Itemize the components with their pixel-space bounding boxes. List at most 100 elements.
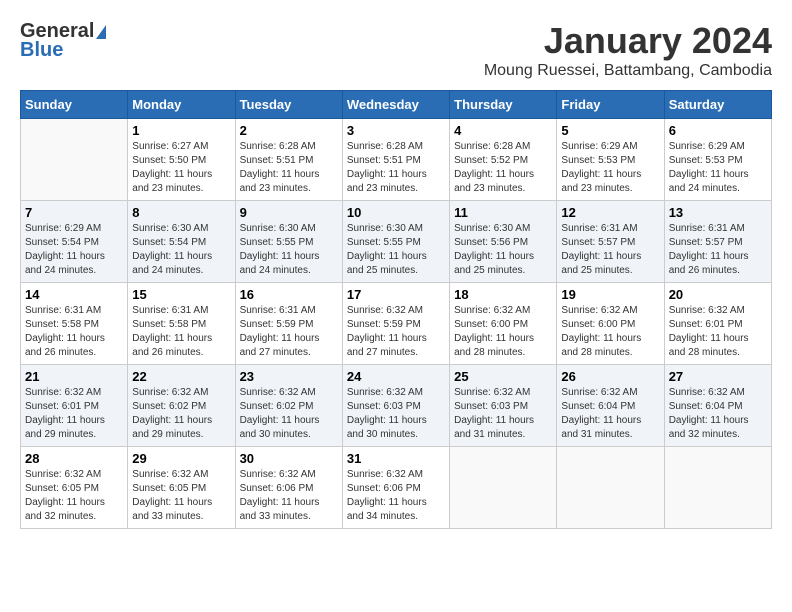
calendar-week: 1 Sunrise: 6:27 AM Sunset: 5:50 PM Daylig…: [21, 119, 772, 201]
calendar-cell: 17 Sunrise: 6:32 AM Sunset: 5:59 PM Dayli…: [342, 283, 449, 365]
calendar-cell: 3Sunrise: 6:28 AM Sunset: 5:51 PM Daylig…: [342, 119, 449, 201]
calendar-cell: [450, 447, 557, 529]
day-number: 20: [669, 287, 767, 302]
day-info: Sunrise: 6:31 AM Sunset: 5:59 PM Dayligh…: [240, 304, 338, 360]
day-number: 24: [347, 369, 445, 384]
calendar-cell: 9Sunrise: 6:30 AM Sunset: 5:55 PM Daylig…: [235, 201, 342, 283]
day-number: 4: [454, 123, 552, 138]
day-info: Sunrise: 6:29 AM Sunset: 5:53 PM Dayligh…: [561, 140, 659, 196]
calendar-cell: 1 Sunrise: 6:27 AM Sunset: 5:50 PM Daylig…: [128, 119, 235, 201]
day-info: Sunrise: 6:28 AM Sunset: 5:52 PM Dayligh…: [454, 140, 552, 196]
logo: General Blue: [20, 20, 106, 62]
month-title: January 2024: [484, 20, 772, 62]
day-number: 11: [454, 205, 552, 220]
header-cell: Friday: [557, 91, 664, 119]
day-info: Sunrise: 6:32 AM Sunset: 6:02 PM Dayligh…: [240, 386, 338, 442]
day-number: 17: [347, 287, 445, 302]
calendar-cell: 10 Sunrise: 6:30 AM Sunset: 5:55 PM Dayli…: [342, 201, 449, 283]
calendar-header: SundayMondayTuesdayWednesdayThursdayFrid…: [21, 91, 772, 119]
calendar-table: SundayMondayTuesdayWednesdayThursdayFrid…: [20, 90, 772, 529]
day-info: Sunrise: 6:30 AM Sunset: 5:55 PM Dayligh…: [240, 222, 338, 278]
day-number: 14: [25, 287, 123, 302]
day-number: 10: [347, 205, 445, 220]
day-info: Sunrise: 6:29 AM Sunset: 5:53 PM Dayligh…: [669, 140, 767, 196]
calendar-cell: 14 Sunrise: 6:31 AM Sunset: 5:58 PM Dayli…: [21, 283, 128, 365]
day-number: 13: [669, 205, 767, 220]
day-info: Sunrise: 6:32 AM Sunset: 6:00 PM Dayligh…: [561, 304, 659, 360]
calendar-cell: 23 Sunrise: 6:32 AM Sunset: 6:02 PM Dayli…: [235, 365, 342, 447]
day-info: Sunrise: 6:32 AM Sunset: 6:03 PM Dayligh…: [347, 386, 445, 442]
day-info: Sunrise: 6:31 AM Sunset: 5:58 PM Dayligh…: [25, 304, 123, 360]
day-number: 16: [240, 287, 338, 302]
header-cell: Sunday: [21, 91, 128, 119]
calendar-cell: 15 Sunrise: 6:31 AM Sunset: 5:58 PM Dayli…: [128, 283, 235, 365]
day-info: Sunrise: 6:31 AM Sunset: 5:57 PM Dayligh…: [561, 222, 659, 278]
day-info: Sunrise: 6:32 AM Sunset: 6:06 PM Dayligh…: [240, 468, 338, 524]
day-number: 12: [561, 205, 659, 220]
day-info: Sunrise: 6:32 AM Sunset: 6:02 PM Dayligh…: [132, 386, 230, 442]
calendar-cell: [557, 447, 664, 529]
day-number: 8: [132, 205, 230, 220]
day-number: 5: [561, 123, 659, 138]
calendar-cell: 13 Sunrise: 6:31 AM Sunset: 5:57 PM Dayli…: [664, 201, 771, 283]
day-number: 28: [25, 451, 123, 466]
day-info: Sunrise: 6:32 AM Sunset: 6:03 PM Dayligh…: [454, 386, 552, 442]
day-info: Sunrise: 6:32 AM Sunset: 6:05 PM Dayligh…: [132, 468, 230, 524]
calendar-week: 7 Sunrise: 6:29 AM Sunset: 5:54 PM Daylig…: [21, 201, 772, 283]
logo-arrow: [96, 25, 106, 39]
day-number: 27: [669, 369, 767, 384]
location: Moung Ruessei, Battambang, Cambodia: [484, 62, 772, 80]
calendar-cell: 5 Sunrise: 6:29 AM Sunset: 5:53 PM Daylig…: [557, 119, 664, 201]
day-number: 1: [132, 123, 230, 138]
header-cell: Wednesday: [342, 91, 449, 119]
calendar-cell: [21, 119, 128, 201]
calendar-cell: 22Sunrise: 6:32 AM Sunset: 6:02 PM Dayli…: [128, 365, 235, 447]
day-info: Sunrise: 6:31 AM Sunset: 5:57 PM Dayligh…: [669, 222, 767, 278]
day-number: 2: [240, 123, 338, 138]
calendar-cell: 31 Sunrise: 6:32 AM Sunset: 6:06 PM Dayli…: [342, 447, 449, 529]
day-info: Sunrise: 6:29 AM Sunset: 5:54 PM Dayligh…: [25, 222, 123, 278]
day-number: 31: [347, 451, 445, 466]
calendar-cell: 26Sunrise: 6:32 AM Sunset: 6:04 PM Dayli…: [557, 365, 664, 447]
day-number: 19: [561, 287, 659, 302]
calendar-cell: 21Sunrise: 6:32 AM Sunset: 6:01 PM Dayli…: [21, 365, 128, 447]
day-info: Sunrise: 6:32 AM Sunset: 6:04 PM Dayligh…: [669, 386, 767, 442]
logo-blue: Blue: [20, 39, 63, 62]
calendar-cell: 25 Sunrise: 6:32 AM Sunset: 6:03 PM Dayli…: [450, 365, 557, 447]
day-info: Sunrise: 6:32 AM Sunset: 5:59 PM Dayligh…: [347, 304, 445, 360]
day-info: Sunrise: 6:28 AM Sunset: 5:51 PM Dayligh…: [347, 140, 445, 196]
calendar-cell: 27 Sunrise: 6:32 AM Sunset: 6:04 PM Dayli…: [664, 365, 771, 447]
title-area: January 2024 Moung Ruessei, Battambang, …: [484, 20, 772, 80]
day-info: Sunrise: 6:30 AM Sunset: 5:56 PM Dayligh…: [454, 222, 552, 278]
calendar-cell: 29Sunrise: 6:32 AM Sunset: 6:05 PM Dayli…: [128, 447, 235, 529]
calendar-week: 14 Sunrise: 6:31 AM Sunset: 5:58 PM Dayli…: [21, 283, 772, 365]
header-cell: Tuesday: [235, 91, 342, 119]
day-number: 6: [669, 123, 767, 138]
day-info: Sunrise: 6:32 AM Sunset: 6:00 PM Dayligh…: [454, 304, 552, 360]
calendar-cell: 28Sunrise: 6:32 AM Sunset: 6:05 PM Dayli…: [21, 447, 128, 529]
day-info: Sunrise: 6:30 AM Sunset: 5:55 PM Dayligh…: [347, 222, 445, 278]
header-cell: Thursday: [450, 91, 557, 119]
day-number: 15: [132, 287, 230, 302]
day-number: 23: [240, 369, 338, 384]
header-row: SundayMondayTuesdayWednesdayThursdayFrid…: [21, 91, 772, 119]
calendar-cell: 6 Sunrise: 6:29 AM Sunset: 5:53 PM Daylig…: [664, 119, 771, 201]
day-info: Sunrise: 6:28 AM Sunset: 5:51 PM Dayligh…: [240, 140, 338, 196]
page-header: General Blue January 2024 Moung Ruessei,…: [20, 20, 772, 80]
day-info: Sunrise: 6:27 AM Sunset: 5:50 PM Dayligh…: [132, 140, 230, 196]
day-number: 21: [25, 369, 123, 384]
day-info: Sunrise: 6:31 AM Sunset: 5:58 PM Dayligh…: [132, 304, 230, 360]
calendar-cell: 11 Sunrise: 6:30 AM Sunset: 5:56 PM Dayli…: [450, 201, 557, 283]
calendar-cell: 18Sunrise: 6:32 AM Sunset: 6:00 PM Dayli…: [450, 283, 557, 365]
calendar-cell: 8Sunrise: 6:30 AM Sunset: 5:54 PM Daylig…: [128, 201, 235, 283]
calendar-cell: 19 Sunrise: 6:32 AM Sunset: 6:00 PM Dayli…: [557, 283, 664, 365]
header-cell: Saturday: [664, 91, 771, 119]
calendar-cell: 7 Sunrise: 6:29 AM Sunset: 5:54 PM Daylig…: [21, 201, 128, 283]
day-number: 7: [25, 205, 123, 220]
day-info: Sunrise: 6:32 AM Sunset: 6:04 PM Dayligh…: [561, 386, 659, 442]
calendar-body: 1 Sunrise: 6:27 AM Sunset: 5:50 PM Daylig…: [21, 119, 772, 529]
day-number: 25: [454, 369, 552, 384]
calendar-week: 28 Sunrise: 6:32 AM Sunset: 6:05 PM Dayli…: [21, 447, 772, 529]
day-info: Sunrise: 6:32 AM Sunset: 6:06 PM Dayligh…: [347, 468, 445, 524]
calendar-cell: 30Sunrise: 6:32 AM Sunset: 6:06 PM Dayli…: [235, 447, 342, 529]
